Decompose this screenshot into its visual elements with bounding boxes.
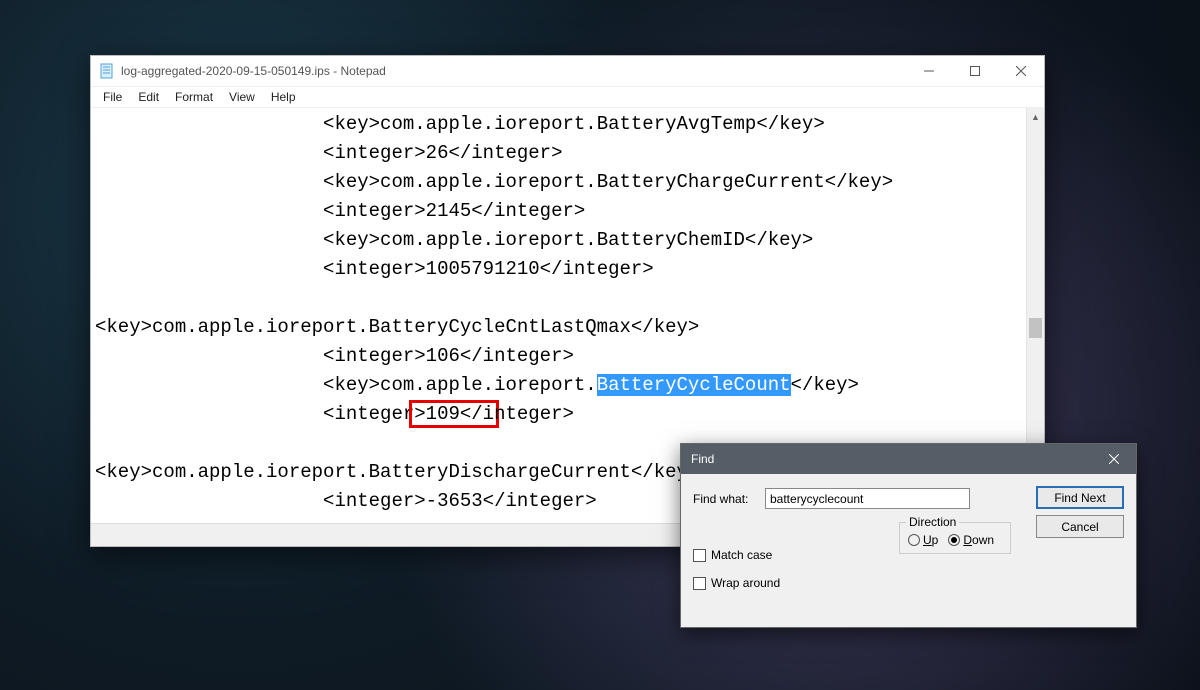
menu-view[interactable]: View: [221, 89, 263, 105]
scroll-thumb[interactable]: [1029, 318, 1042, 338]
wrap-around-checkbox[interactable]: Wrap around: [693, 576, 780, 590]
direction-down-radio[interactable]: Down: [948, 533, 994, 547]
maximize-button[interactable]: [952, 56, 998, 86]
find-close-button[interactable]: [1091, 444, 1136, 474]
find-titlebar[interactable]: Find: [681, 444, 1136, 474]
scroll-up-arrow[interactable]: ▲: [1027, 108, 1044, 125]
find-dialog: Find Find what: Find Next Cancel Directi…: [680, 443, 1137, 628]
match-case-checkbox[interactable]: Match case: [693, 548, 780, 562]
direction-legend: Direction: [906, 515, 959, 529]
find-next-button[interactable]: Find Next: [1036, 486, 1124, 509]
menu-file[interactable]: File: [95, 89, 130, 105]
minimize-button[interactable]: [906, 56, 952, 86]
selected-text: BatteryCycleCount: [597, 374, 791, 396]
radio-unchecked-icon: [908, 534, 920, 546]
find-what-label: Find what:: [693, 492, 765, 506]
window-title: log-aggregated-2020-09-15-050149.ips - N…: [121, 64, 906, 78]
close-button[interactable]: [998, 56, 1044, 86]
notepad-app-icon: [99, 63, 115, 79]
checkbox-unchecked-icon: [693, 577, 706, 590]
annotation-highlight-box: >109</i: [409, 400, 499, 428]
menu-edit[interactable]: Edit: [130, 89, 167, 105]
find-what-input[interactable]: [765, 488, 970, 509]
window-controls: [906, 56, 1044, 86]
find-title: Find: [691, 452, 1091, 466]
desktop-background: log-aggregated-2020-09-15-050149.ips - N…: [0, 0, 1200, 690]
radio-checked-icon: [948, 534, 960, 546]
direction-group: Direction Up Down: [899, 522, 1011, 554]
direction-up-radio[interactable]: Up: [908, 533, 938, 547]
menubar: File Edit Format View Help: [91, 87, 1044, 108]
titlebar[interactable]: log-aggregated-2020-09-15-050149.ips - N…: [91, 56, 1044, 87]
checkbox-unchecked-icon: [693, 549, 706, 562]
menu-help[interactable]: Help: [263, 89, 304, 105]
menu-format[interactable]: Format: [167, 89, 221, 105]
cancel-button[interactable]: Cancel: [1036, 515, 1124, 538]
